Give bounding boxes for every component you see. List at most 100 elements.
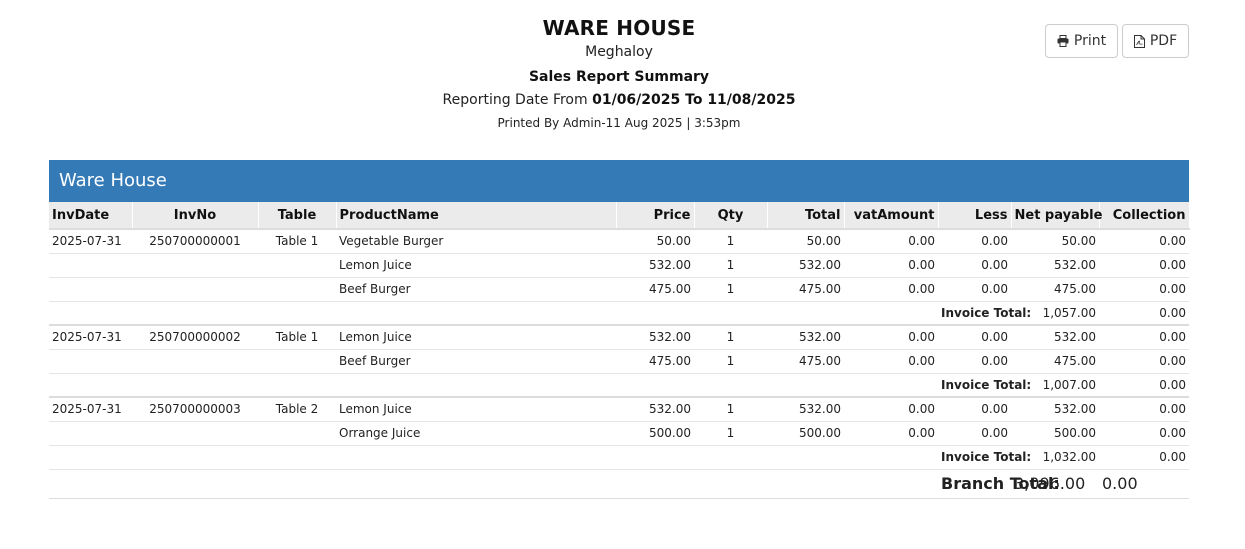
col-header[interactable]: Table: [258, 202, 337, 230]
product-name: Beef Burger: [336, 276, 616, 301]
total: 475.00: [767, 348, 844, 373]
qty: 1: [726, 234, 735, 249]
branch-total-label: Branch Total:: [938, 468, 1060, 499]
inv-date: 2025-07-31: [49, 396, 132, 421]
product-name: Beef Burger: [336, 348, 616, 373]
qty: 1: [694, 252, 767, 277]
table-header-row: InvDate InvNo Table ProductName Price Qt…: [49, 202, 1190, 230]
date-from: 01/06/2025: [592, 92, 681, 108]
less: 0.00: [938, 420, 1011, 445]
invoice-total-row: Invoice Total: 1,032.00 0.00: [49, 444, 1189, 469]
pdf-button[interactable]: PDF: [1122, 24, 1189, 58]
branch-total-row: Branch Total: 3,096.00 0.00: [49, 468, 1189, 499]
invoice-total-label: Invoice Total:: [938, 444, 1031, 469]
collection: 0.00: [1099, 348, 1189, 373]
total: 532.00: [767, 396, 844, 421]
date-separator: To: [680, 92, 708, 108]
col-header[interactable]: Collection: [1099, 202, 1190, 230]
qty: 1: [694, 348, 767, 373]
net-payable: 500.00: [1011, 420, 1099, 445]
collection: 0.00: [1099, 324, 1189, 349]
collection: 0.00: [1099, 396, 1189, 421]
collection: 0.00: [1099, 276, 1189, 301]
col-header[interactable]: vatAmount: [844, 202, 939, 230]
net-payable: 532.00: [1011, 396, 1099, 421]
col-header[interactable]: InvDate: [49, 202, 133, 230]
price: 500.00: [616, 420, 694, 445]
col-header[interactable]: Total: [767, 202, 845, 230]
table-row: Lemon Juice 532.00 1 532.00 0.00 0.00 53…: [49, 252, 1189, 277]
qty: 1: [694, 396, 767, 421]
col-header[interactable]: InvNo: [132, 202, 259, 230]
print-button[interactable]: Print: [1045, 24, 1118, 58]
printer-icon: [1057, 35, 1069, 47]
inv-no: 250700000002: [132, 324, 258, 349]
total: 532.00: [767, 252, 844, 277]
product-name: Lemon Juice: [336, 396, 616, 421]
pdf-file-icon: [1133, 34, 1145, 48]
total: 532.00: [767, 324, 844, 349]
total: 475.00: [767, 276, 844, 301]
table-row: Orrange Juice 500.00 1 500.00 0.00 0.00 …: [49, 420, 1189, 445]
product-name: Orrange Juice: [336, 420, 616, 445]
product-name: Lemon Juice: [336, 324, 616, 349]
inv-table: Table 1: [275, 234, 319, 249]
table-row: 2025-07-31 250700000002 Table 1 Lemon Ju…: [49, 324, 1189, 349]
product-name: Vegetable Burger: [339, 234, 444, 249]
col-header[interactable]: Qty: [694, 202, 768, 230]
inv-date: 2025-07-31: [49, 324, 132, 349]
net-payable: 50.00: [1061, 234, 1096, 249]
sales-table: InvDate InvNo Table ProductName Price Qt…: [49, 202, 1190, 499]
inv-table: Table 1: [258, 324, 336, 349]
vat-amount: 0.00: [844, 252, 938, 277]
reporting-date-range: Reporting Date From 01/06/2025 To 11/08/…: [0, 92, 1238, 108]
table-row: 2025-07-31 250700000001 Table 1 Vegetabl…: [49, 229, 1189, 253]
vat-amount: 0.00: [844, 276, 938, 301]
invoice-total-label: Invoice Total:: [938, 300, 1031, 325]
collection: 0.00: [1099, 252, 1189, 277]
inv-date: 2025-07-31: [52, 234, 122, 249]
qty: 1: [694, 420, 767, 445]
inv-no: 250700000003: [132, 396, 258, 421]
total: 50.00: [806, 234, 841, 249]
vat-amount: 0.00: [844, 396, 938, 421]
report-title: Sales Report Summary: [528, 69, 710, 85]
product-name: Lemon Juice: [336, 252, 616, 277]
table-row: Beef Burger 475.00 1 475.00 0.00 0.00 47…: [49, 348, 1189, 373]
net-payable: 475.00: [1011, 348, 1099, 373]
less: 0.00: [938, 252, 1011, 277]
col-header[interactable]: Less: [938, 202, 1012, 230]
net-payable: 532.00: [1011, 252, 1099, 277]
table-row: 2025-07-31 250700000003 Table 2 Lemon Ju…: [49, 396, 1189, 421]
collection: 0.00: [1159, 234, 1186, 249]
less: 0.00: [938, 396, 1011, 421]
less: 0.00: [938, 324, 1011, 349]
price: 532.00: [616, 324, 694, 349]
col-header[interactable]: Price: [616, 202, 695, 230]
invoice-total-collection: 0.00: [1099, 300, 1189, 325]
date-to: 11/08/2025: [707, 92, 796, 108]
inv-no: 250700000001: [149, 234, 241, 249]
less: 0.00: [981, 234, 1008, 249]
net-payable: 475.00: [1011, 276, 1099, 301]
branch-total-net: 3,096.00: [1011, 468, 1099, 499]
price: 475.00: [616, 348, 694, 373]
net-payable: 532.00: [1011, 324, 1099, 349]
col-header[interactable]: ProductName: [336, 202, 617, 230]
price: 50.00: [656, 234, 691, 249]
printed-by: Printed By Admin-11 Aug 2025 | 3:53pm: [497, 116, 741, 130]
col-header[interactable]: Net payable: [1011, 202, 1102, 230]
price: 532.00: [616, 252, 694, 277]
invoice-total-collection: 0.00: [1099, 372, 1189, 397]
price: 475.00: [616, 276, 694, 301]
invoice-total-collection: 0.00: [1099, 444, 1189, 469]
less: 0.00: [938, 276, 1011, 301]
branch-total-collection: 0.00: [1099, 468, 1189, 499]
vat-amount: 0.00: [908, 234, 935, 249]
pdf-label: PDF: [1149, 33, 1178, 49]
invoice-total-label: Invoice Total:: [938, 372, 1031, 397]
date-prefix: Reporting Date From: [442, 92, 593, 108]
invoice-total-row: Invoice Total: 1,007.00 0.00: [49, 372, 1189, 397]
vat-amount: 0.00: [844, 324, 938, 349]
vat-amount: 0.00: [844, 420, 938, 445]
